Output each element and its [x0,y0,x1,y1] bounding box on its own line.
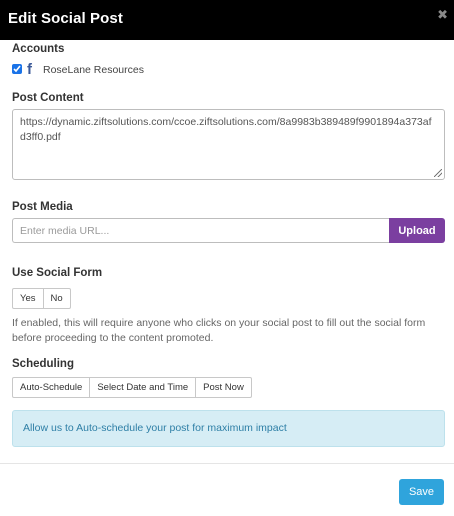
post-content-label: Post Content [12,92,84,104]
social-form-label: Use Social Form [12,267,103,279]
save-button[interactable]: Save [399,479,444,505]
close-icon[interactable]: ✖ [437,8,448,22]
post-media-label: Post Media [12,201,73,213]
resize-grip-icon[interactable] [434,169,442,177]
scheduling-options: Auto-Schedule Select Date and Time Post … [12,377,252,398]
scheduling-info-alert: Allow us to Auto-schedule your post for … [12,410,445,447]
social-form-toggle: Yes No [12,288,71,309]
account-name: RoseLane Resources [43,64,144,76]
upload-button[interactable]: Upload [389,218,445,243]
dialog-title: Edit Social Post [8,10,123,27]
footer-divider [0,463,454,464]
account-checkbox[interactable] [12,64,22,74]
media-url-input[interactable] [12,218,389,243]
facebook-icon: f [27,61,32,78]
dialog-header: Edit Social Post ✖ [0,0,454,40]
post-now-button[interactable]: Post Now [195,377,252,398]
auto-schedule-button[interactable]: Auto-Schedule [12,377,91,398]
post-content-textarea[interactable]: https://dynamic.ziftsolutions.com/ccoe.z… [12,109,445,180]
scheduling-label: Scheduling [12,358,74,370]
social-form-yes-button[interactable]: Yes [12,288,44,309]
social-form-help-text: If enabled, this will require anyone who… [12,317,426,344]
accounts-label: Accounts [12,43,65,55]
post-content-text: https://dynamic.ziftsolutions.com/ccoe.z… [20,116,432,143]
select-date-time-button[interactable]: Select Date and Time [89,377,197,398]
social-form-no-button[interactable]: No [42,288,71,309]
